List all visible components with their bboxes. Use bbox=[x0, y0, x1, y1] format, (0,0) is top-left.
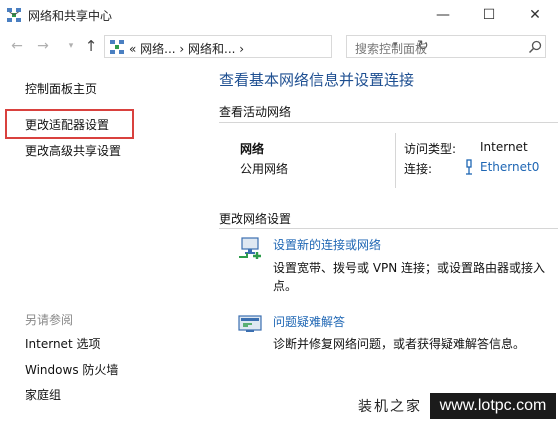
address-bar[interactable]: « 网络... › 网络和... › ▾ ↻ bbox=[104, 35, 429, 58]
watermark-brand: 装机之家 bbox=[358, 399, 422, 415]
divider bbox=[219, 228, 558, 229]
see-also-internet-options[interactable]: Internet 选项 bbox=[25, 335, 100, 352]
network-setup-icon bbox=[239, 237, 261, 259]
sidebar-item-advanced-sharing[interactable]: 更改高级共享设置 bbox=[25, 142, 121, 159]
setup-connection-link[interactable]: 设置新的连接或网络 bbox=[273, 236, 381, 253]
network-center-icon bbox=[110, 40, 124, 54]
recent-locations-button[interactable]: ▾ bbox=[62, 37, 80, 55]
navigation-bar: ← → ▾ ↑ « 网络... › 网络和... › ▾ ↻ 搜索控制面板 bbox=[0, 31, 558, 61]
ethernet-icon bbox=[466, 159, 472, 175]
address-path[interactable]: « 网络... › 网络和... › bbox=[129, 40, 244, 57]
troubleshoot-link[interactable]: 问题疑难解答 bbox=[273, 313, 345, 330]
up-button[interactable]: ↑ bbox=[82, 37, 100, 55]
troubleshoot-description: 诊断并修复网络问题，或者获得疑难解答信息。 bbox=[273, 337, 526, 351]
page-title: 查看基本网络信息并设置连接 bbox=[219, 71, 415, 89]
active-networks-heading: 查看活动网络 bbox=[219, 105, 292, 119]
sidebar-item-control-panel-home[interactable]: 控制面板主页 bbox=[25, 80, 97, 97]
access-type-label: 访问类型: bbox=[404, 142, 457, 156]
divider bbox=[219, 122, 558, 123]
network-name: 网络 bbox=[240, 142, 265, 156]
search-placeholder: 搜索控制面板 bbox=[355, 42, 428, 56]
connections-label: 连接: bbox=[404, 162, 433, 176]
network-category: 公用网络 bbox=[240, 162, 289, 176]
watermark-url: www.lotpc.com bbox=[430, 393, 556, 419]
watermark: 装机之家 www.lotpc.com bbox=[348, 391, 558, 421]
window-title: 网络和共享中心 bbox=[28, 9, 113, 23]
close-button[interactable]: ✕ bbox=[512, 0, 558, 30]
back-button[interactable]: ← bbox=[8, 37, 26, 55]
vertical-divider bbox=[395, 133, 396, 188]
ethernet-connection-link[interactable]: Ethernet0 bbox=[480, 160, 539, 174]
title-bar: 网络和共享中心 — ☐ ✕ bbox=[0, 0, 558, 30]
change-settings-heading: 更改网络设置 bbox=[219, 212, 292, 226]
troubleshoot-icon bbox=[238, 315, 262, 332]
see-also-homegroup[interactable]: 家庭组 bbox=[25, 386, 61, 403]
search-input[interactable]: 搜索控制面板 bbox=[346, 35, 546, 58]
setup-connection-description: 设置宽带、拨号或 VPN 连接；或设置路由器或接入点。 bbox=[273, 261, 546, 293]
access-type-value: Internet bbox=[480, 140, 528, 154]
see-also-windows-firewall[interactable]: Windows 防火墙 bbox=[25, 361, 118, 378]
forward-button[interactable]: → bbox=[34, 37, 52, 55]
minimize-button[interactable]: — bbox=[420, 0, 466, 30]
maximize-button[interactable]: ☐ bbox=[466, 0, 512, 30]
see-also-heading: 另请参阅 bbox=[25, 313, 74, 327]
network-center-icon bbox=[7, 8, 21, 22]
search-icon[interactable] bbox=[527, 39, 543, 55]
sidebar-item-change-adapter-settings[interactable]: 更改适配器设置 bbox=[25, 116, 109, 133]
